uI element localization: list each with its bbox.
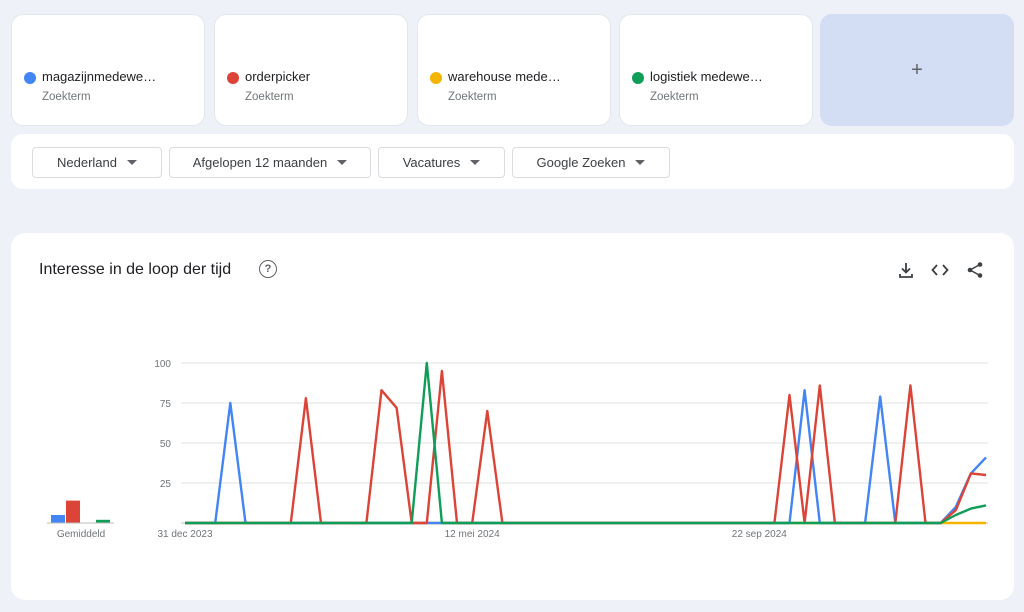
caret-down-icon — [635, 160, 646, 165]
term-card-2[interactable]: orderpicker Zoekterm — [214, 14, 408, 126]
y-tick-label: 75 — [160, 399, 172, 410]
term-card-4[interactable]: logistiek medewe… Zoekterm — [619, 14, 813, 126]
average-bar — [66, 500, 80, 523]
x-axis-labels: 31 dec 2023 12 mei 2024 22 sep 2024 — [157, 529, 787, 540]
y-tick-label: 100 — [154, 359, 171, 370]
average-bars: Gemiddeld — [47, 500, 114, 540]
interest-over-time-panel: Interesse in de loop der tijd ? Gemiddel… — [11, 233, 1014, 600]
series-color-dot — [632, 72, 644, 84]
interest-chart: Gemiddeld 25 50 75 100 31 dec 2023 12 mei 20… — [47, 359, 988, 540]
term-label: warehouse mede… — [448, 69, 561, 84]
period-value: Afgelopen 12 maanden — [192, 155, 328, 170]
filter-bar: Nederland Afgelopen 12 maanden Vacatures… — [11, 134, 1014, 189]
term-card-1[interactable]: magazijnmedewe… Zoekterm — [11, 14, 205, 126]
caret-down-icon — [127, 160, 137, 165]
series-color-dot — [227, 72, 239, 84]
x-tick-label: 12 mei 2024 — [445, 529, 500, 540]
y-tick-label: 25 — [160, 479, 172, 490]
caret-down-icon — [337, 160, 348, 165]
term-card-3[interactable]: warehouse mede… Zoekterm — [417, 14, 611, 126]
category-value: Vacatures — [402, 155, 461, 170]
source-dropdown[interactable]: Google Zoeken — [512, 147, 670, 178]
series-color-dot — [430, 72, 442, 84]
term-type: Zoekterm — [245, 91, 294, 103]
series-line — [185, 369, 987, 525]
chart-grid: 25 50 75 100 — [154, 359, 988, 524]
region-dropdown[interactable]: Nederland — [32, 147, 162, 178]
x-tick-label: 22 sep 2024 — [732, 529, 787, 540]
term-label: magazijnmedewe… — [42, 69, 157, 84]
source-value: Google Zoeken — [536, 155, 626, 170]
average-label: Gemiddeld — [57, 529, 105, 540]
term-type: Zoekterm — [448, 91, 497, 103]
term-type: Zoekterm — [650, 91, 699, 103]
average-bar — [51, 515, 65, 523]
term-label: orderpicker — [245, 69, 311, 84]
x-tick-label: 31 dec 2023 — [157, 529, 212, 540]
term-type: Zoekterm — [42, 91, 91, 103]
term-label: logistiek medewe… — [650, 69, 763, 84]
add-comparison-button[interactable]: + — [820, 14, 1014, 126]
y-tick-label: 50 — [160, 439, 172, 450]
region-value: Nederland — [57, 155, 117, 170]
category-dropdown[interactable]: Vacatures — [378, 147, 505, 178]
caret-down-icon — [470, 160, 481, 165]
plus-icon: + — [911, 58, 923, 81]
series-color-dot — [24, 72, 36, 84]
period-dropdown[interactable]: Afgelopen 12 maanden — [169, 147, 371, 178]
